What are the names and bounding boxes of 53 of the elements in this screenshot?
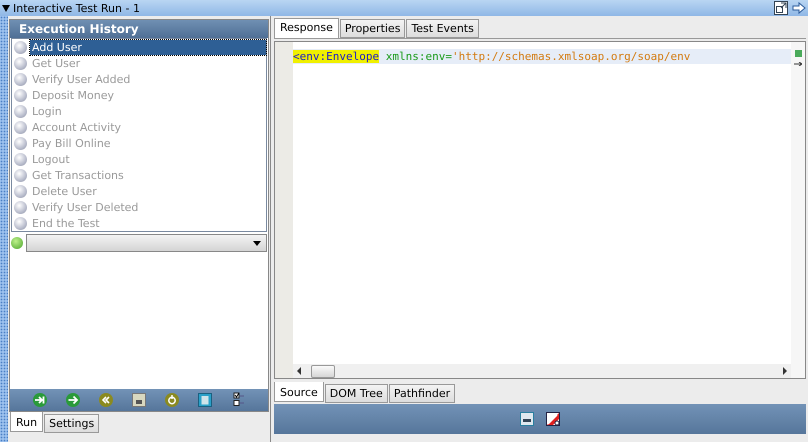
save-icon[interactable] bbox=[131, 392, 147, 408]
history-item[interactable]: End the Test bbox=[30, 216, 266, 230]
rewind-icon[interactable] bbox=[98, 392, 114, 408]
panel-header: Execution History bbox=[10, 20, 268, 38]
status-ball-icon bbox=[14, 72, 27, 86]
view-tab[interactable]: Pathfinder bbox=[388, 384, 456, 403]
history-item[interactable]: Logout bbox=[30, 152, 266, 166]
view-tab[interactable]: Source bbox=[274, 382, 324, 402]
history-item[interactable]: Pay Bill Online bbox=[30, 136, 266, 150]
document-edit-icon[interactable] bbox=[546, 412, 560, 426]
panel-tab[interactable]: Run bbox=[10, 412, 44, 432]
status-ball-icon bbox=[14, 104, 27, 118]
history-item[interactable]: Verify User Deleted bbox=[30, 200, 266, 214]
save-icon[interactable] bbox=[520, 412, 534, 426]
scroll-right-icon[interactable] bbox=[783, 367, 787, 375]
response-tab[interactable]: Properties bbox=[340, 19, 406, 38]
window-title: Interactive Test Run - 1 bbox=[13, 2, 140, 14]
status-ball-icon bbox=[14, 200, 27, 214]
history-item[interactable]: Verify User Added bbox=[30, 72, 266, 86]
history-item[interactable]: Login bbox=[30, 104, 266, 118]
caret-icon bbox=[253, 240, 261, 246]
status-ball-icon bbox=[14, 216, 27, 230]
horizontal-scrollbar[interactable] bbox=[293, 364, 791, 378]
history-item[interactable]: Get Transactions bbox=[30, 168, 266, 182]
status-ball-icon bbox=[14, 168, 27, 182]
history-item[interactable]: Deposit Money bbox=[30, 88, 266, 102]
step-dropdown[interactable] bbox=[26, 234, 267, 252]
status-ball-icon bbox=[14, 56, 27, 70]
status-ball-icon bbox=[11, 237, 23, 249]
status-ball-icon bbox=[14, 40, 27, 54]
history-item[interactable]: Delete User bbox=[30, 184, 266, 198]
view-tab[interactable]: DOM Tree bbox=[324, 384, 388, 403]
window-restore-icon[interactable] bbox=[774, 1, 788, 15]
history-item[interactable]: Add User bbox=[30, 40, 266, 54]
arrow-right-icon[interactable] bbox=[65, 392, 81, 408]
status-ball-icon bbox=[14, 88, 27, 102]
scroll-thumb[interactable] bbox=[311, 364, 335, 378]
arrow-right-icon[interactable] bbox=[792, 1, 806, 15]
history-item[interactable]: Get User bbox=[30, 56, 266, 70]
scroll-left-icon[interactable] bbox=[297, 367, 301, 375]
status-ball-icon bbox=[14, 184, 27, 198]
history-item[interactable]: Account Activity bbox=[30, 120, 266, 134]
status-ball-icon bbox=[14, 120, 27, 134]
status-ball-icon bbox=[14, 152, 27, 166]
status-ball-icon bbox=[14, 136, 27, 150]
arrow-icon bbox=[794, 62, 802, 66]
code-line: <env:Envelope xmlns:env='http://schemas.xmlsoap.org/soap/env bbox=[293, 50, 690, 63]
status-square-icon bbox=[794, 50, 802, 57]
panel-tab[interactable]: Settings bbox=[44, 414, 100, 433]
reload-icon[interactable] bbox=[164, 392, 180, 408]
response-tab[interactable]: Response bbox=[274, 18, 339, 38]
step-into-icon[interactable] bbox=[32, 392, 48, 408]
response-tab[interactable]: Test Events bbox=[406, 19, 479, 38]
